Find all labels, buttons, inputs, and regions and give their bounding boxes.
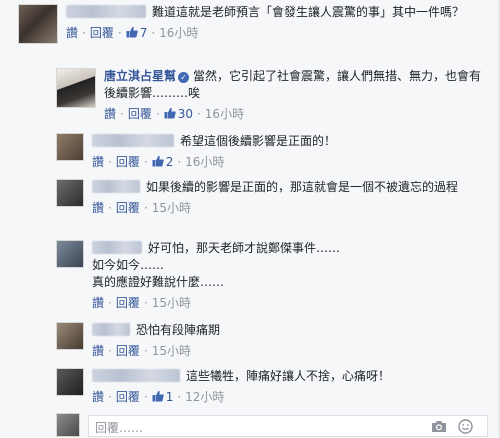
current-user-avatar[interactable] (56, 413, 80, 437)
smile-icon[interactable] (458, 419, 473, 434)
camera-icon[interactable] (431, 420, 447, 433)
reply-placeholder: 回覆…… (95, 421, 144, 435)
avatar[interactable] (18, 4, 58, 44)
thumbs-up-icon (152, 155, 164, 167)
comment-item: 難道這就是老師預言「會發生讓人震驚的事」其中一件嗎？ 讚 · 回覆 · 7 · 16小時 (18, 4, 488, 44)
comment-text: 希望這個後續影響是正面的！ (180, 134, 337, 148)
blurred-author-name[interactable] (92, 323, 130, 336)
comment-item: 如果後續的影響是正面的，那這就會是一個不被遺忘的過程 讚 · 回覆 · 15小時 (56, 179, 488, 216)
verified-badge-icon: ✓ (178, 72, 190, 83)
like-button[interactable]: 讚 (92, 155, 104, 169)
timestamp[interactable]: 16小時 (205, 107, 244, 121)
like-count[interactable]: 30 (178, 107, 193, 121)
blurred-author-name[interactable] (66, 5, 146, 18)
like-button[interactable]: 讚 (104, 107, 116, 121)
like-count[interactable]: 1 (166, 390, 174, 404)
reply-button[interactable]: 回覆 (116, 296, 140, 310)
like-button[interactable]: 讚 (92, 390, 104, 404)
reply-button[interactable]: 回覆 (90, 26, 114, 40)
like-count[interactable]: 2 (166, 155, 174, 169)
comment-item: 好可怕，那天老師才說鄭傑事件…… 如今如今…… 真的應證好難說什麼…… 讚 · 回覆… (56, 240, 488, 311)
comment-actions: 讚 · 回覆 · 1 · 12小時 (92, 390, 225, 404)
reply-button[interactable]: 回覆 (116, 344, 140, 358)
like-button[interactable]: 讚 (66, 26, 78, 40)
comment-actions: 讚 · 回覆 · 15小時 (92, 296, 191, 310)
comment-text: 如果後續的影響是正面的，那這就會是一個不被遺忘的過程 (146, 180, 459, 194)
like-button[interactable]: 讚 (92, 344, 104, 358)
timestamp[interactable]: 16小時 (185, 155, 224, 169)
thumbs-up-icon (164, 107, 176, 119)
reply-button[interactable]: 回覆 (116, 390, 140, 404)
comment-text: 這些犧牲，陣痛好讓人不捨，心痛呀！ (186, 369, 391, 383)
thumbs-up-icon (152, 390, 164, 402)
comment-actions: 讚 · 回覆 · 30 · 16小時 (104, 107, 245, 121)
comment-actions: 讚 · 回覆 · 15小時 (92, 344, 191, 358)
comment-actions: 讚 · 回覆 · 15小時 (92, 201, 191, 215)
author-name[interactable]: 唐立淇占星幫 (104, 69, 176, 83)
avatar[interactable] (56, 240, 84, 268)
comment-text-line: 真的應證好難說什麼…… (92, 275, 225, 289)
reply-button[interactable]: 回覆 (116, 201, 140, 215)
comment-item: 希望這個後續影響是正面的！ 讚 · 回覆 · 2 · 16小時 (56, 133, 488, 170)
reply-button[interactable]: 回覆 (116, 155, 140, 169)
blurred-author-name[interactable] (92, 369, 180, 382)
timestamp[interactable]: 15小時 (152, 296, 191, 310)
timestamp[interactable]: 16小時 (159, 26, 198, 40)
comment-item: 恐怕有段陣痛期 讚 · 回覆 · 15小時 (56, 322, 488, 359)
comment-thread: 難道這就是老師預言「會發生讓人震驚的事」其中一件嗎？ 讚 · 回覆 · 7 · 16小時 唐… (0, 0, 500, 438)
blurred-author-name[interactable] (92, 134, 174, 147)
comment-text-line: 好可怕，那天老師才說鄭傑事件…… (148, 241, 341, 255)
comment-text: 恐怕有段陣痛期 (136, 323, 221, 337)
timestamp[interactable]: 15小時 (152, 201, 191, 215)
avatar[interactable] (56, 133, 84, 161)
like-count[interactable]: 7 (140, 26, 148, 40)
reply-input[interactable]: 回覆…… (88, 415, 488, 437)
comment-actions: 讚 · 回覆 · 7 · 16小時 (66, 26, 199, 40)
comment-actions: 讚 · 回覆 · 2 · 16小時 (92, 155, 225, 169)
blurred-author-name[interactable] (92, 241, 142, 254)
thumbs-up-icon (126, 26, 138, 38)
avatar[interactable] (56, 368, 84, 396)
avatar[interactable] (56, 322, 84, 350)
blurred-author-name[interactable] (92, 180, 140, 193)
comment-item: 這些犧牲，陣痛好讓人不捨，心痛呀！ 讚 · 回覆 · 1 · 12小時 (56, 368, 488, 405)
like-button[interactable]: 讚 (92, 201, 104, 215)
comment-text-line: 如今如今…… (92, 258, 165, 272)
timestamp[interactable]: 12小時 (185, 390, 224, 404)
comment-text: 難道這就是老師預言「會發生讓人震驚的事」其中一件嗎？ (152, 5, 465, 19)
avatar[interactable] (56, 179, 84, 207)
timestamp[interactable]: 15小時 (152, 344, 191, 358)
like-button[interactable]: 讚 (92, 296, 104, 310)
reply-button[interactable]: 回覆 (128, 107, 152, 121)
avatar[interactable] (56, 68, 96, 108)
comment-item: 唐立淇占星幫 ✓ 當然，它引起了社會震驚，讓人們無措、無力，也會有後續影響………唉 … (56, 68, 488, 122)
